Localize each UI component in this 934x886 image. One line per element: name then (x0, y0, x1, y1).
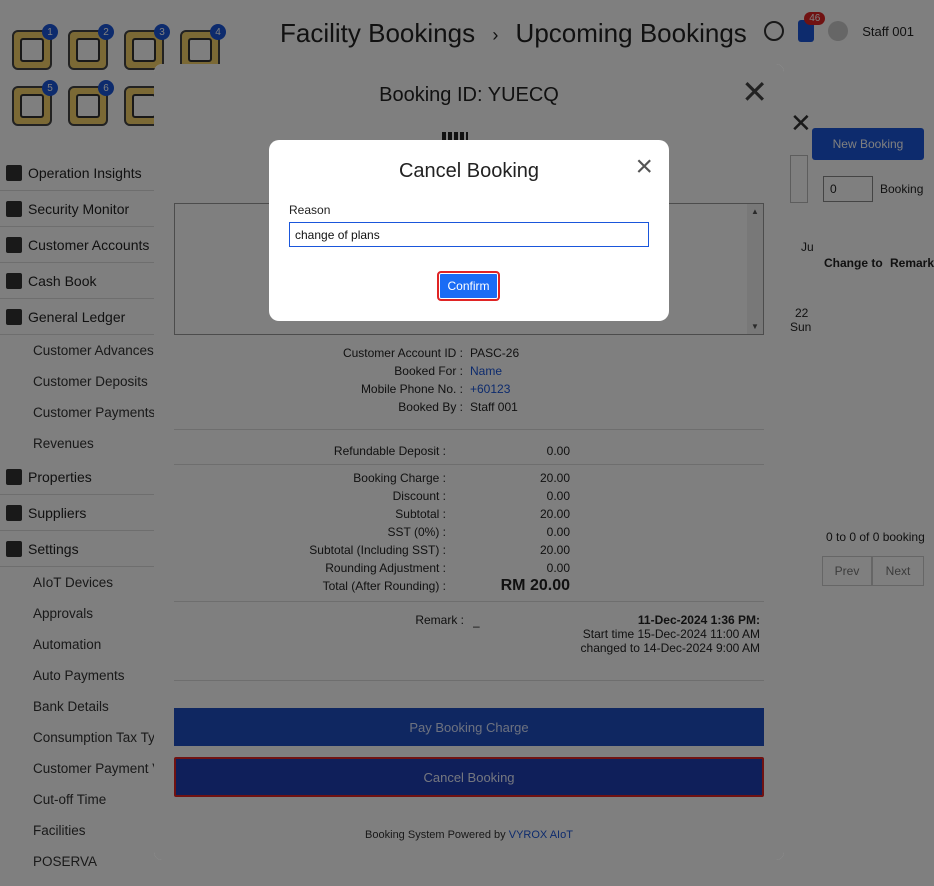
dialog-title: Cancel Booking (398, 160, 540, 182)
close-icon[interactable]: × (635, 152, 653, 182)
cancel-booking-dialog: Cancel Booking × Reason Confirm (269, 140, 669, 321)
confirm-button[interactable]: Confirm (437, 271, 500, 301)
reason-input[interactable] (289, 222, 649, 247)
reason-label: Reason (289, 203, 331, 217)
